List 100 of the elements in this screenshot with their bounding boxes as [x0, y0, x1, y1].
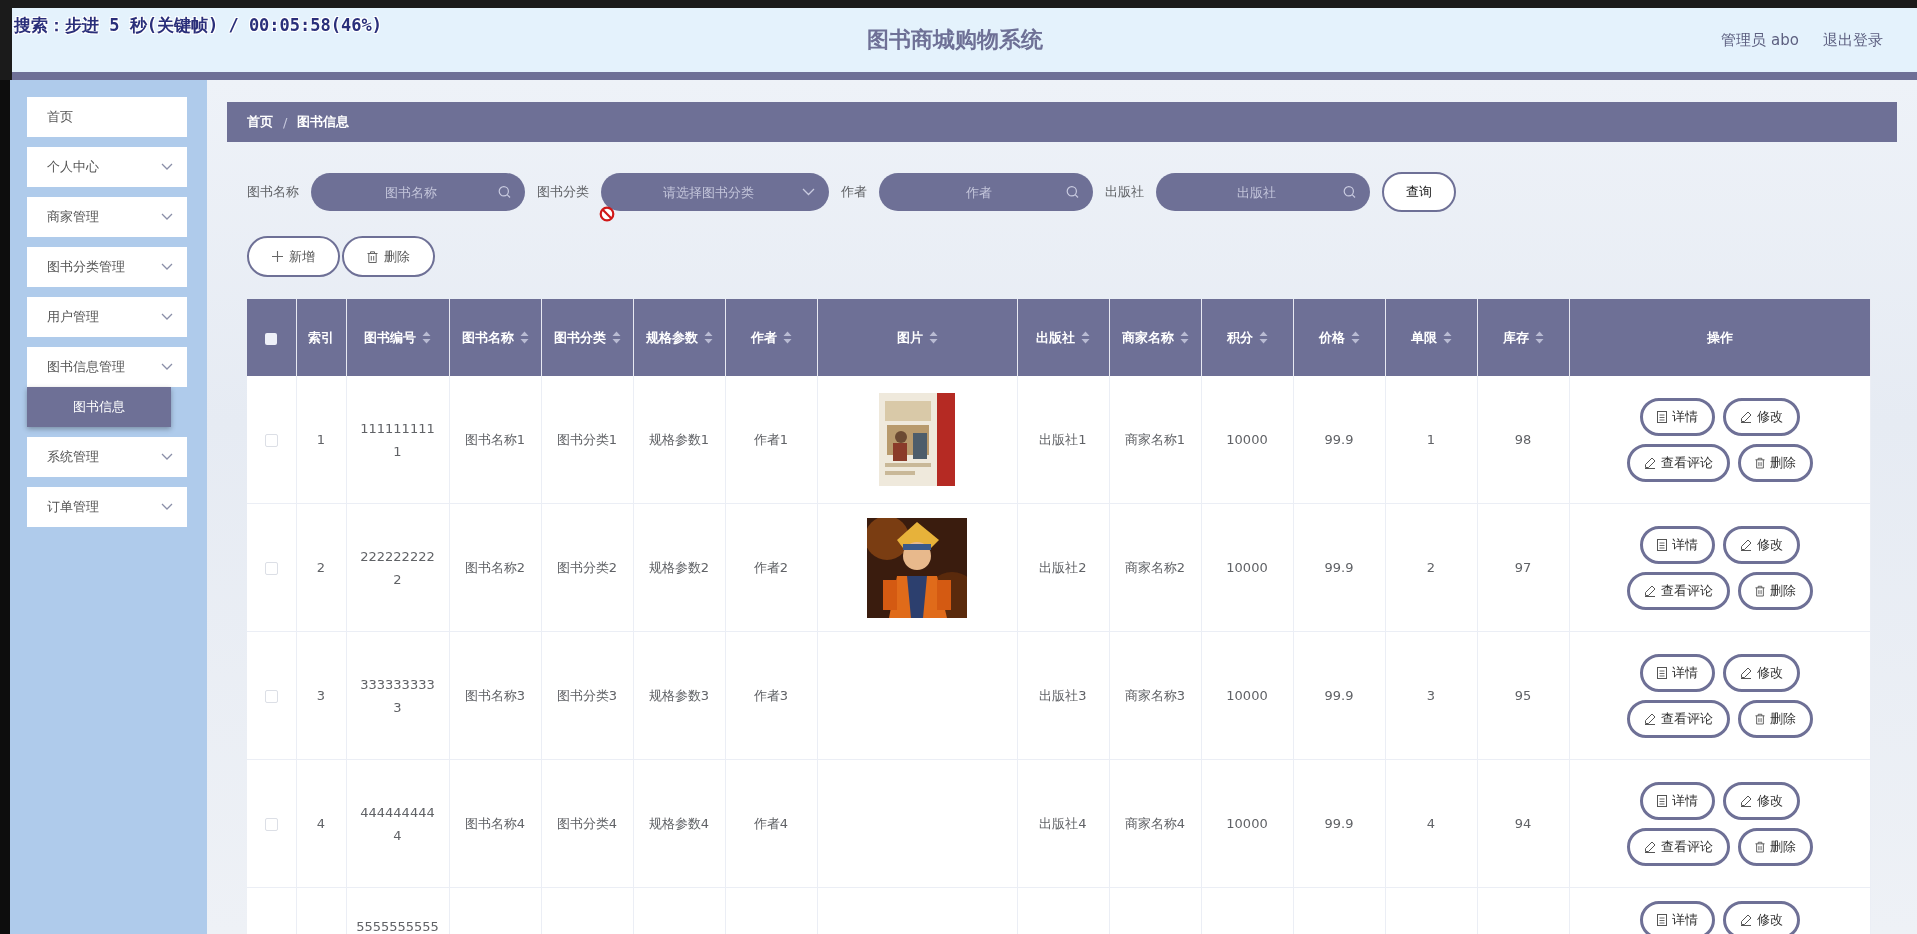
table-cell: 图书分类1: [541, 376, 633, 504]
table-cell: 222222222 2: [346, 503, 449, 632]
pencil-icon: [1739, 410, 1752, 423]
logout-link[interactable]: 退出登录: [1823, 30, 1883, 50]
row-checkbox[interactable]: [264, 818, 278, 831]
search-icon: [498, 185, 511, 199]
edit-button[interactable]: 修改: [1722, 397, 1800, 436]
sort-icon[interactable]: [782, 331, 792, 344]
pencil-icon: [1739, 914, 1752, 926]
sort-icon[interactable]: [1534, 331, 1544, 344]
delete-button[interactable]: 删除: [1737, 827, 1813, 866]
comments-button[interactable]: 查看评论: [1626, 827, 1730, 866]
document-icon: [1656, 666, 1667, 679]
table-cell: 98: [1477, 376, 1569, 504]
add-button[interactable]: 新增: [247, 236, 340, 277]
search-field[interactable]: 出版社: [1156, 173, 1370, 211]
table-cell: 作者3: [725, 631, 817, 760]
sidebar-item[interactable]: 系统管理: [27, 437, 187, 477]
sidebar-item[interactable]: 用户管理: [27, 297, 187, 337]
sort-icon[interactable]: [1442, 331, 1452, 344]
pencil-icon: [1643, 456, 1656, 469]
column-header: 索引: [308, 328, 334, 347]
table-cell: 333333333 3: [346, 631, 449, 760]
column-header: 商家名称: [1121, 328, 1174, 347]
sort-icon[interactable]: [1179, 331, 1189, 344]
details-button[interactable]: 详情: [1639, 781, 1715, 820]
document-icon: [1656, 538, 1667, 551]
document-icon: [1656, 410, 1667, 423]
table-cell: 5555555555: [346, 887, 449, 934]
breadcrumb-item[interactable]: 图书信息: [297, 113, 350, 131]
sidebar-item[interactable]: 商家管理: [27, 197, 187, 237]
sidebar-item[interactable]: 个人中心: [27, 147, 187, 187]
trash-icon: [367, 250, 378, 263]
sidebar-subitem[interactable]: 图书信息: [27, 387, 171, 427]
table-cell: 2: [296, 503, 346, 632]
sort-icon[interactable]: [422, 331, 431, 344]
table-cell: 规格参数4: [633, 759, 725, 888]
table-cell: 图书名称3: [449, 631, 541, 760]
delete-button[interactable]: 删除: [342, 236, 435, 277]
column-header: 单限: [1410, 328, 1437, 347]
table-cell: 4: [1385, 759, 1477, 888]
sort-icon[interactable]: [519, 331, 529, 344]
table-cell: 商家名称2: [1109, 503, 1201, 632]
comments-button[interactable]: 查看评论: [1626, 699, 1730, 738]
table-cell: 3: [296, 631, 346, 760]
row-checkbox[interactable]: [264, 562, 278, 575]
filter-label: 图书名称: [247, 183, 299, 201]
column-header: 库存: [1502, 328, 1529, 347]
table-cell: 商家名称4: [1109, 759, 1201, 888]
category-select[interactable]: 请选择图书分类: [601, 173, 829, 211]
row-checkbox[interactable]: [264, 690, 278, 703]
table-cell: 10000: [1201, 631, 1293, 760]
column-header: 积分: [1226, 328, 1253, 347]
search-field[interactable]: 作者: [879, 173, 1093, 211]
sidebar-item[interactable]: 首页: [27, 97, 187, 137]
details-button[interactable]: 详情: [1639, 525, 1715, 564]
details-button[interactable]: 详情: [1639, 901, 1715, 934]
edit-button[interactable]: 修改: [1722, 901, 1800, 934]
sidebar-item[interactable]: 图书信息管理: [27, 347, 187, 387]
filter-label: 图书分类: [537, 183, 589, 201]
table-cell: 作者1: [725, 376, 817, 504]
breadcrumb-item[interactable]: 首页: [247, 113, 273, 131]
pencil-icon: [1643, 712, 1656, 725]
comments-button[interactable]: 查看评论: [1626, 443, 1730, 482]
trash-icon: [1754, 584, 1765, 597]
sidebar-item[interactable]: 图书分类管理: [27, 247, 187, 287]
table-cell: 作者2: [725, 503, 817, 632]
column-header: 图书编号: [364, 328, 416, 347]
column-header: 出版社: [1036, 328, 1075, 347]
sort-icon[interactable]: [1081, 331, 1090, 344]
table-cell: 111111111 1: [346, 376, 449, 504]
delete-button[interactable]: 删除: [1737, 571, 1813, 610]
delete-button[interactable]: 删除: [1737, 443, 1813, 482]
delete-button[interactable]: 删除: [1737, 699, 1813, 738]
sort-icon[interactable]: [703, 331, 713, 344]
table-cell: 出版社4: [1017, 759, 1109, 888]
table-cell: 10000: [1201, 759, 1293, 888]
trash-icon: [1754, 840, 1765, 853]
edit-button[interactable]: 修改: [1722, 781, 1800, 820]
details-button[interactable]: 详情: [1639, 397, 1715, 436]
table-cell: 商家名称1: [1109, 376, 1201, 504]
sort-icon[interactable]: [1350, 331, 1360, 344]
search-icon: [1066, 185, 1079, 199]
row-checkbox[interactable]: [264, 434, 278, 447]
edit-button[interactable]: 修改: [1722, 525, 1800, 564]
comments-button[interactable]: 查看评论: [1626, 571, 1730, 610]
sort-icon[interactable]: [1258, 331, 1268, 344]
column-header: 操作: [1706, 328, 1733, 347]
table-cell: 规格参数1: [633, 376, 725, 504]
column-header: 价格: [1318, 328, 1345, 347]
query-button[interactable]: 查询: [1382, 172, 1456, 212]
sidebar-item[interactable]: 订单管理: [27, 487, 187, 527]
search-field[interactable]: 图书名称: [311, 173, 525, 211]
sort-icon[interactable]: [928, 331, 938, 344]
edit-button[interactable]: 修改: [1722, 653, 1800, 692]
details-button[interactable]: 详情: [1639, 653, 1715, 692]
select-all-checkbox[interactable]: [265, 332, 278, 345]
sort-icon[interactable]: [611, 331, 621, 344]
document-icon: [1656, 794, 1667, 807]
column-header: 图书分类: [553, 328, 606, 347]
